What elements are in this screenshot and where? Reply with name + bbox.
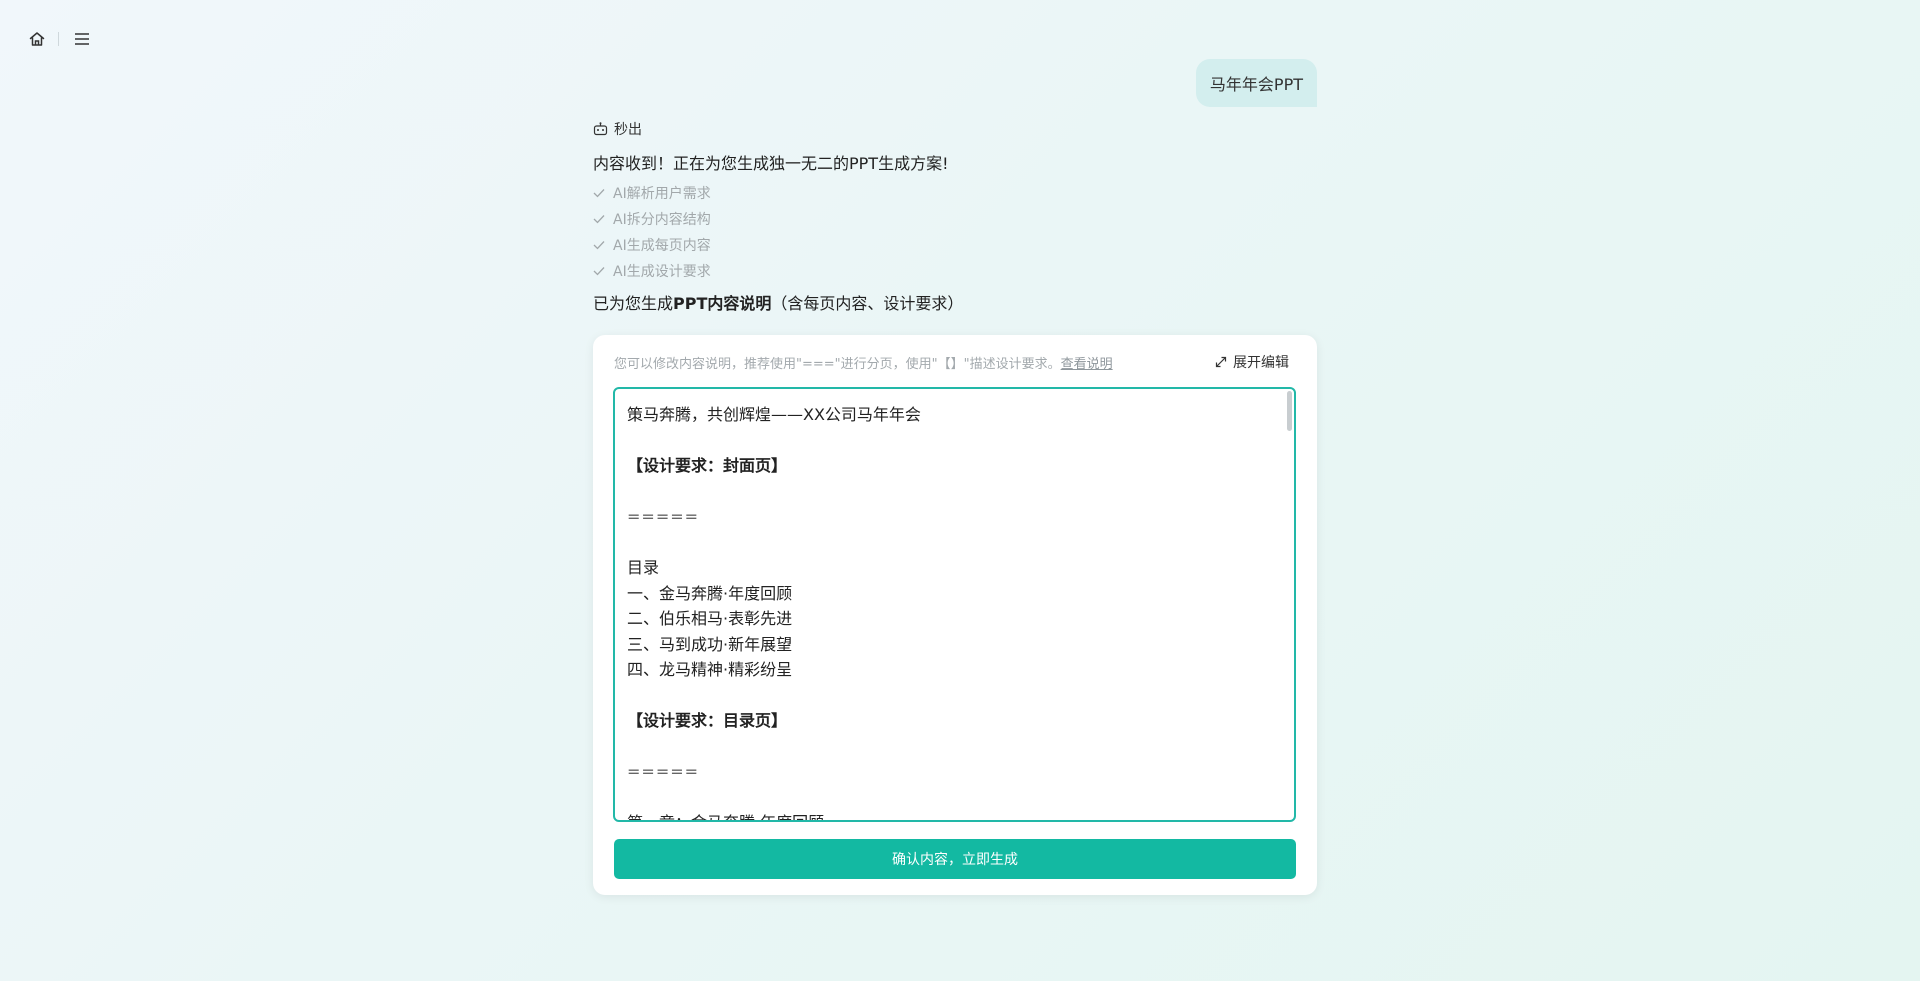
step-label: AI拆分内容结构	[613, 212, 711, 228]
step-label: AI生成设计要求	[613, 264, 711, 280]
assistant-sender: 秒出	[593, 118, 1318, 140]
step-label: AI生成每页内容	[613, 238, 711, 254]
user-message-bubble: 马年年会PPT	[1195, 59, 1317, 107]
editor-line: 策马奔腾，共创辉煌——XX公司马年年会	[627, 405, 921, 424]
expand-edit-label: 展开编辑	[1233, 355, 1289, 371]
step-item: AI解析用户需求	[593, 180, 1318, 206]
summary-bold: PPT内容说明	[673, 294, 772, 313]
editor-scrollbar[interactable]	[1287, 391, 1292, 431]
robot-icon	[593, 122, 608, 136]
check-icon	[593, 189, 605, 198]
content-editor-card: 您可以修改内容说明，推荐使用"==="进行分页，使用"【】"描述设计要求。查看说…	[593, 335, 1317, 895]
toolbar-divider	[58, 32, 59, 46]
step-item: AI拆分内容结构	[593, 206, 1318, 232]
editor-line: 三、马到成功·新年展望	[627, 634, 793, 654]
step-label: AI解析用户需求	[613, 186, 711, 202]
editor-hint: 您可以修改内容说明，推荐使用"==="进行分页，使用"【】"描述设计要求。查看说…	[614, 353, 1113, 372]
page-separator-line: =====	[627, 507, 700, 526]
menu-icon[interactable]	[71, 28, 93, 50]
assistant-sender-name: 秒出	[614, 122, 642, 138]
summary-suffix: （含每页内容、设计要求）	[771, 294, 964, 313]
design-requirement-line: 【设计要求：封面页】	[627, 456, 788, 475]
summary-text: 已为您生成PPT内容说明（含每页内容、设计要求）	[593, 290, 1318, 314]
summary-prefix: 已为您生成	[593, 294, 674, 313]
home-icon[interactable]	[26, 28, 48, 50]
editor-text: 策马奔腾，共创辉煌——XX公司马年年会 【设计要求：封面页】 ===== 目录一、金马…	[615, 389, 1294, 820]
assistant-message: 秒出 内容收到！正在为您生成独一无二的PPT生成方案! AI解析用户需求 AI拆…	[593, 118, 1318, 314]
editor-line: 第一章：金马奔腾·年度回顾	[627, 810, 1282, 820]
content-textarea[interactable]: 策马奔腾，共创辉煌——XX公司马年年会 【设计要求：封面页】 ===== 目录一、金马…	[613, 387, 1296, 822]
check-icon	[593, 267, 605, 276]
editor-hint-text: 您可以修改内容说明，推荐使用"==="进行分页，使用"【】"描述设计要求。	[614, 356, 1061, 372]
step-item: AI生成设计要求	[593, 258, 1318, 284]
check-icon	[593, 215, 605, 224]
top-toolbar	[26, 28, 93, 50]
card-header: 您可以修改内容说明，推荐使用"==="进行分页，使用"【】"描述设计要求。查看说…	[614, 351, 1289, 373]
assistant-intro-text: 内容收到！正在为您生成独一无二的PPT生成方案!	[593, 154, 949, 173]
view-instructions-link[interactable]: 查看说明	[1061, 357, 1113, 372]
progress-steps: AI解析用户需求 AI拆分内容结构 AI生成每页内容 AI生成设计要求	[593, 180, 1318, 284]
expand-edit-button[interactable]: 展开编辑	[1215, 352, 1289, 372]
design-requirement-line: 【设计要求：目录页】	[627, 711, 788, 730]
check-icon	[593, 241, 605, 250]
step-item: AI生成每页内容	[593, 232, 1318, 258]
page-separator-line: =====	[627, 762, 700, 781]
confirm-generate-button[interactable]: 确认内容，立即生成	[614, 839, 1296, 879]
editor-line: 四、龙马精神·精彩纷呈	[627, 660, 793, 679]
editor-line: 二、伯乐相马·表彰先进	[627, 609, 793, 628]
expand-icon	[1215, 356, 1227, 368]
editor-line: 一、金马奔腾·年度回顾	[627, 583, 793, 603]
editor-line: 目录	[627, 558, 660, 577]
